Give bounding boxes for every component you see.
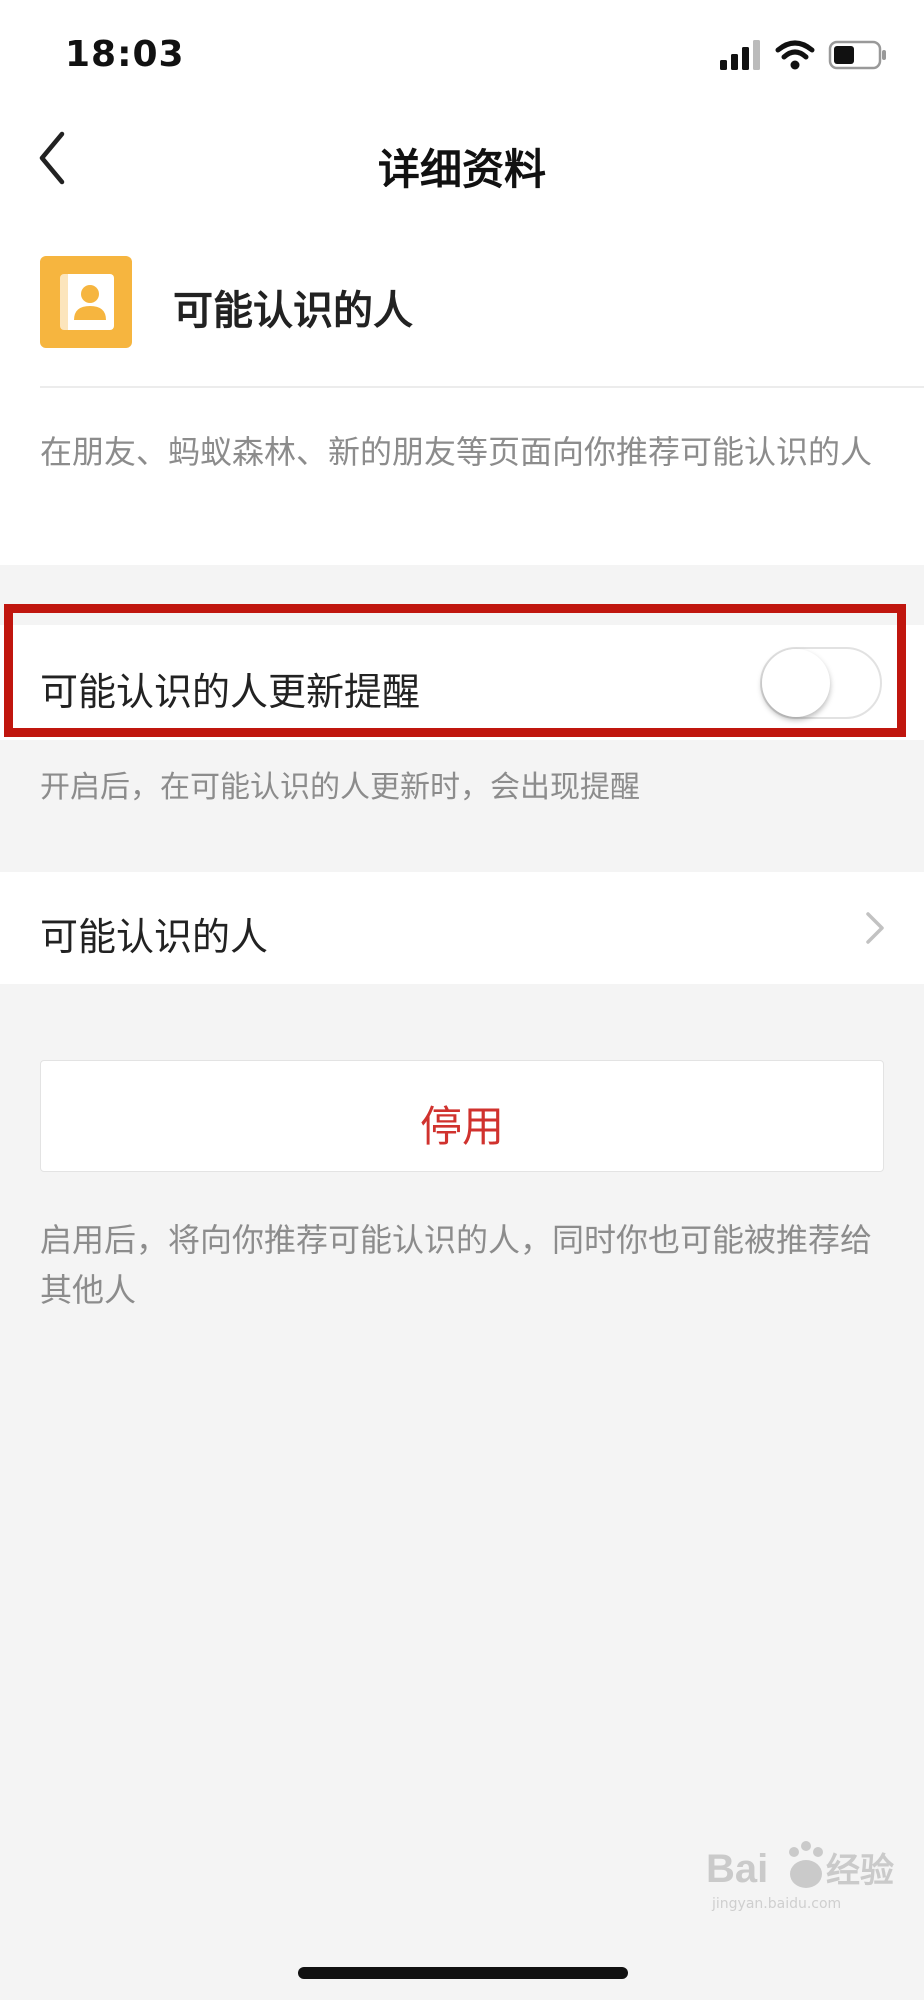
baidu-watermark: Bai 经验 bbox=[706, 1838, 896, 1898]
toggle-knob bbox=[762, 649, 830, 717]
bottom-hint: 启用后，将向你推荐可能认识的人，同时你也可能被推荐给其他人 bbox=[40, 1221, 873, 1309]
chevron-right-icon bbox=[860, 908, 890, 948]
update-reminder-label: 可能认识的人更新提醒 bbox=[40, 670, 421, 714]
watermark-url: jingyan.baidu.com bbox=[712, 1896, 842, 1912]
svg-text:Bai: Bai bbox=[706, 1847, 768, 1891]
possible-contacts-row[interactable]: 可能认识的人 bbox=[0, 872, 924, 984]
page-title: 详细资料 bbox=[377, 145, 546, 194]
svg-text:经验: 经验 bbox=[826, 1851, 894, 1891]
status-time: 18:03 bbox=[65, 34, 185, 75]
status-icons bbox=[720, 38, 890, 78]
contact-card-icon bbox=[40, 256, 132, 348]
update-reminder-hint: 开启后，在可能认识的人更新时，会出现提醒 bbox=[40, 770, 640, 805]
wifi-icon bbox=[775, 40, 815, 70]
cellular-signal-icon bbox=[720, 40, 760, 70]
disable-button[interactable]: 停用 bbox=[40, 1060, 884, 1172]
feature-description: 在朋友、蚂蚁森林、新的朋友等页面向你推荐可能认识的人 bbox=[40, 433, 873, 471]
update-reminder-row: 可能认识的人更新提醒 bbox=[0, 625, 924, 740]
update-reminder-toggle[interactable] bbox=[760, 647, 882, 719]
possible-contacts-label: 可能认识的人 bbox=[40, 915, 269, 959]
status-bar: 18:03 bbox=[0, 0, 924, 110]
home-indicator bbox=[298, 1967, 628, 1979]
battery-icon bbox=[828, 40, 886, 70]
disable-button-label: 停用 bbox=[419, 1102, 504, 1151]
divider bbox=[40, 386, 924, 388]
feature-header: 可能认识的人 bbox=[0, 250, 924, 360]
nav-bar: 详细资料 bbox=[0, 110, 924, 220]
feature-name: 可能认识的人 bbox=[173, 288, 413, 334]
